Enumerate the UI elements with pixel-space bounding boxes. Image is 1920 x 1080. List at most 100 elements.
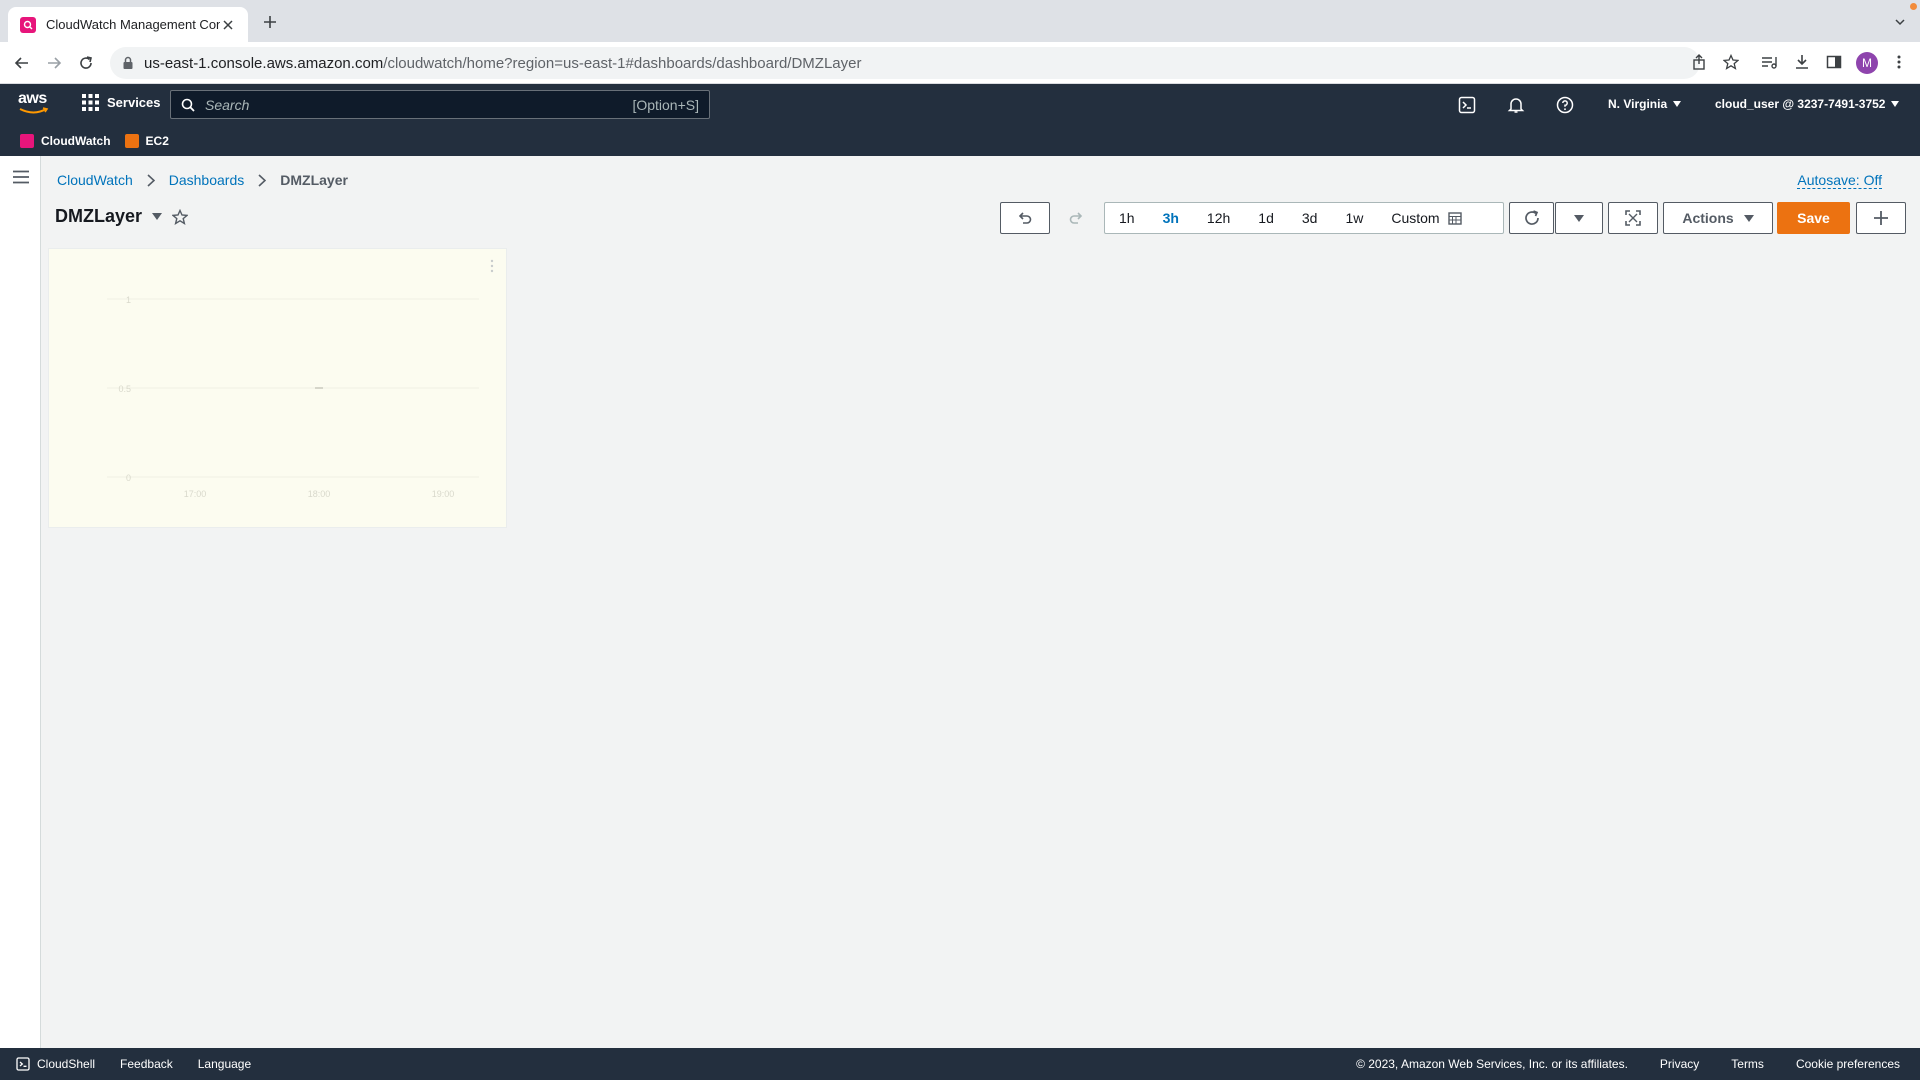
cookie-preferences-link[interactable]: Cookie preferences — [1796, 1057, 1900, 1071]
cloudshell-icon[interactable] — [1458, 96, 1476, 114]
notification-dot — [1910, 3, 1917, 10]
search-icon — [181, 98, 195, 112]
time-range-custom[interactable]: Custom — [1377, 210, 1475, 226]
fullscreen-button[interactable] — [1608, 202, 1658, 234]
reading-list-icon[interactable] — [1761, 54, 1777, 70]
save-button[interactable]: Save — [1777, 202, 1850, 234]
time-range-1w[interactable]: 1w — [1331, 210, 1377, 226]
time-range-3d[interactable]: 3d — [1288, 210, 1332, 226]
browser-tab-bar: CloudWatch Management Con — [0, 0, 1920, 42]
y-tick-label: 1 — [126, 295, 131, 305]
add-widget-button[interactable] — [1856, 202, 1906, 234]
plus-icon — [1873, 210, 1889, 226]
favorite-label: CloudWatch — [41, 133, 111, 148]
privacy-link[interactable]: Privacy — [1660, 1057, 1699, 1071]
feedback-link[interactable]: Feedback — [120, 1057, 173, 1071]
tab-search-icon[interactable] — [1894, 16, 1906, 28]
aws-console-header: aws Services Search [Option+S] N. Virgin… — [0, 84, 1920, 125]
account-label: cloud_user @ 3237-7491-3752 — [1715, 97, 1886, 111]
close-tab-icon[interactable] — [220, 17, 236, 33]
language-link[interactable]: Language — [198, 1057, 251, 1071]
browser-tab[interactable]: CloudWatch Management Con — [8, 7, 248, 42]
side-panel-icon[interactable] — [1826, 54, 1842, 70]
favorite-ec2[interactable]: EC2 — [124, 133, 169, 148]
browser-menu-kebab-icon[interactable] — [1891, 54, 1907, 70]
lock-icon[interactable] — [122, 56, 134, 70]
console-search-input[interactable]: Search [Option+S] — [170, 90, 710, 119]
favorites-bar: CloudWatch EC2 — [0, 125, 1920, 156]
redo-button[interactable] — [1055, 202, 1097, 234]
share-icon[interactable] — [1691, 54, 1707, 70]
cloudshell-button[interactable]: CloudShell — [16, 1057, 95, 1071]
favorite-label: EC2 — [145, 133, 169, 148]
metric-widget[interactable]: 1 0.5 0 17:00 18:00 19:00 — [48, 248, 507, 528]
cloudwatch-favicon-icon — [20, 16, 36, 33]
bookmark-star-icon[interactable] — [1723, 54, 1739, 70]
url-text: us-east-1.console.aws.amazon.com/cloudwa… — [144, 55, 861, 72]
caret-down-icon — [1574, 214, 1584, 222]
aws-logo[interactable]: aws — [18, 91, 52, 117]
redo-icon — [1068, 210, 1084, 226]
calendar-icon — [1447, 211, 1462, 225]
console-footer: CloudShell Feedback Language © 2023, Ama… — [0, 1048, 1920, 1080]
undo-button[interactable] — [1000, 202, 1050, 234]
time-range-3h[interactable]: 3h — [1149, 210, 1193, 226]
undo-icon — [1017, 210, 1033, 226]
widget-chart: 1 0.5 0 17:00 18:00 19:00 — [107, 295, 479, 499]
url-path: /cloudwatch/home?region=us-east-1#dashbo… — [383, 54, 862, 72]
y-tick-label: 0.5 — [118, 384, 131, 394]
dashboard-title: DMZLayer — [55, 206, 143, 226]
back-icon[interactable] — [14, 55, 30, 71]
ec2-icon — [124, 133, 139, 148]
time-range-1d[interactable]: 1d — [1244, 210, 1288, 226]
reload-icon[interactable] — [78, 55, 94, 71]
refresh-options-button[interactable] — [1555, 202, 1603, 234]
dashboard-selector-caret-icon[interactable] — [152, 213, 163, 220]
autosave-toggle[interactable]: Autosave: Off — [1797, 172, 1882, 189]
search-placeholder: Search — [205, 96, 250, 113]
caret-down-icon — [1673, 101, 1682, 107]
forward-icon[interactable] — [46, 55, 62, 71]
favorite-star-icon[interactable] — [172, 208, 189, 225]
terms-link[interactable]: Terms — [1731, 1057, 1764, 1071]
hamburger-icon[interactable] — [13, 170, 29, 184]
cloudshell-label: CloudShell — [37, 1057, 96, 1071]
time-range-1h[interactable]: 1h — [1105, 210, 1149, 226]
fullscreen-icon — [1625, 210, 1641, 226]
side-navigation-rail — [0, 156, 41, 1048]
profile-avatar[interactable]: M — [1856, 52, 1878, 74]
tab-title: CloudWatch Management Con — [46, 17, 220, 32]
actions-label: Actions — [1682, 210, 1734, 226]
copyright-text: © 2023, Amazon Web Services, Inc. or its… — [1356, 1057, 1628, 1071]
browser-address-bar: us-east-1.console.aws.amazon.com/cloudwa… — [0, 42, 1920, 84]
cloudshell-icon — [16, 1057, 30, 1071]
search-shortcut-hint: [Option+S] — [632, 96, 699, 113]
url-bar[interactable]: us-east-1.console.aws.amazon.com/cloudwa… — [110, 47, 1700, 79]
y-tick-label: 0 — [126, 473, 131, 483]
actions-button[interactable]: Actions — [1663, 202, 1773, 234]
time-range-selector: 1h 3h 12h 1d 3d 1w Custom — [1104, 202, 1504, 234]
breadcrumb-dashboards[interactable]: Dashboards — [169, 172, 245, 188]
dashboard-title-area: DMZLayer — [55, 206, 189, 227]
new-tab-icon[interactable] — [262, 14, 278, 30]
help-icon[interactable] — [1556, 96, 1574, 114]
bell-icon[interactable] — [1507, 96, 1525, 114]
refresh-icon — [1523, 209, 1541, 227]
caret-down-icon — [1891, 101, 1900, 107]
cloudwatch-icon — [20, 133, 34, 148]
download-icon[interactable] — [1794, 54, 1810, 70]
time-range-12h[interactable]: 12h — [1193, 210, 1244, 226]
custom-label: Custom — [1391, 210, 1440, 226]
refresh-button[interactable] — [1509, 202, 1554, 234]
x-tick-label: 18:00 — [308, 489, 331, 499]
chevron-right-icon — [147, 173, 155, 187]
caret-down-icon — [1743, 214, 1754, 222]
favorite-cloudwatch[interactable]: CloudWatch — [20, 133, 111, 148]
services-label: Services — [107, 95, 161, 110]
region-selector[interactable]: N. Virginia — [1608, 97, 1682, 111]
breadcrumb-cloudwatch[interactable]: CloudWatch — [57, 172, 133, 188]
url-host: us-east-1.console.aws.amazon.com — [144, 54, 384, 72]
chevron-right-icon — [258, 173, 267, 187]
account-menu[interactable]: cloud_user @ 3237-7491-3752 — [1715, 97, 1900, 111]
services-menu-button[interactable]: Services — [82, 94, 161, 111]
